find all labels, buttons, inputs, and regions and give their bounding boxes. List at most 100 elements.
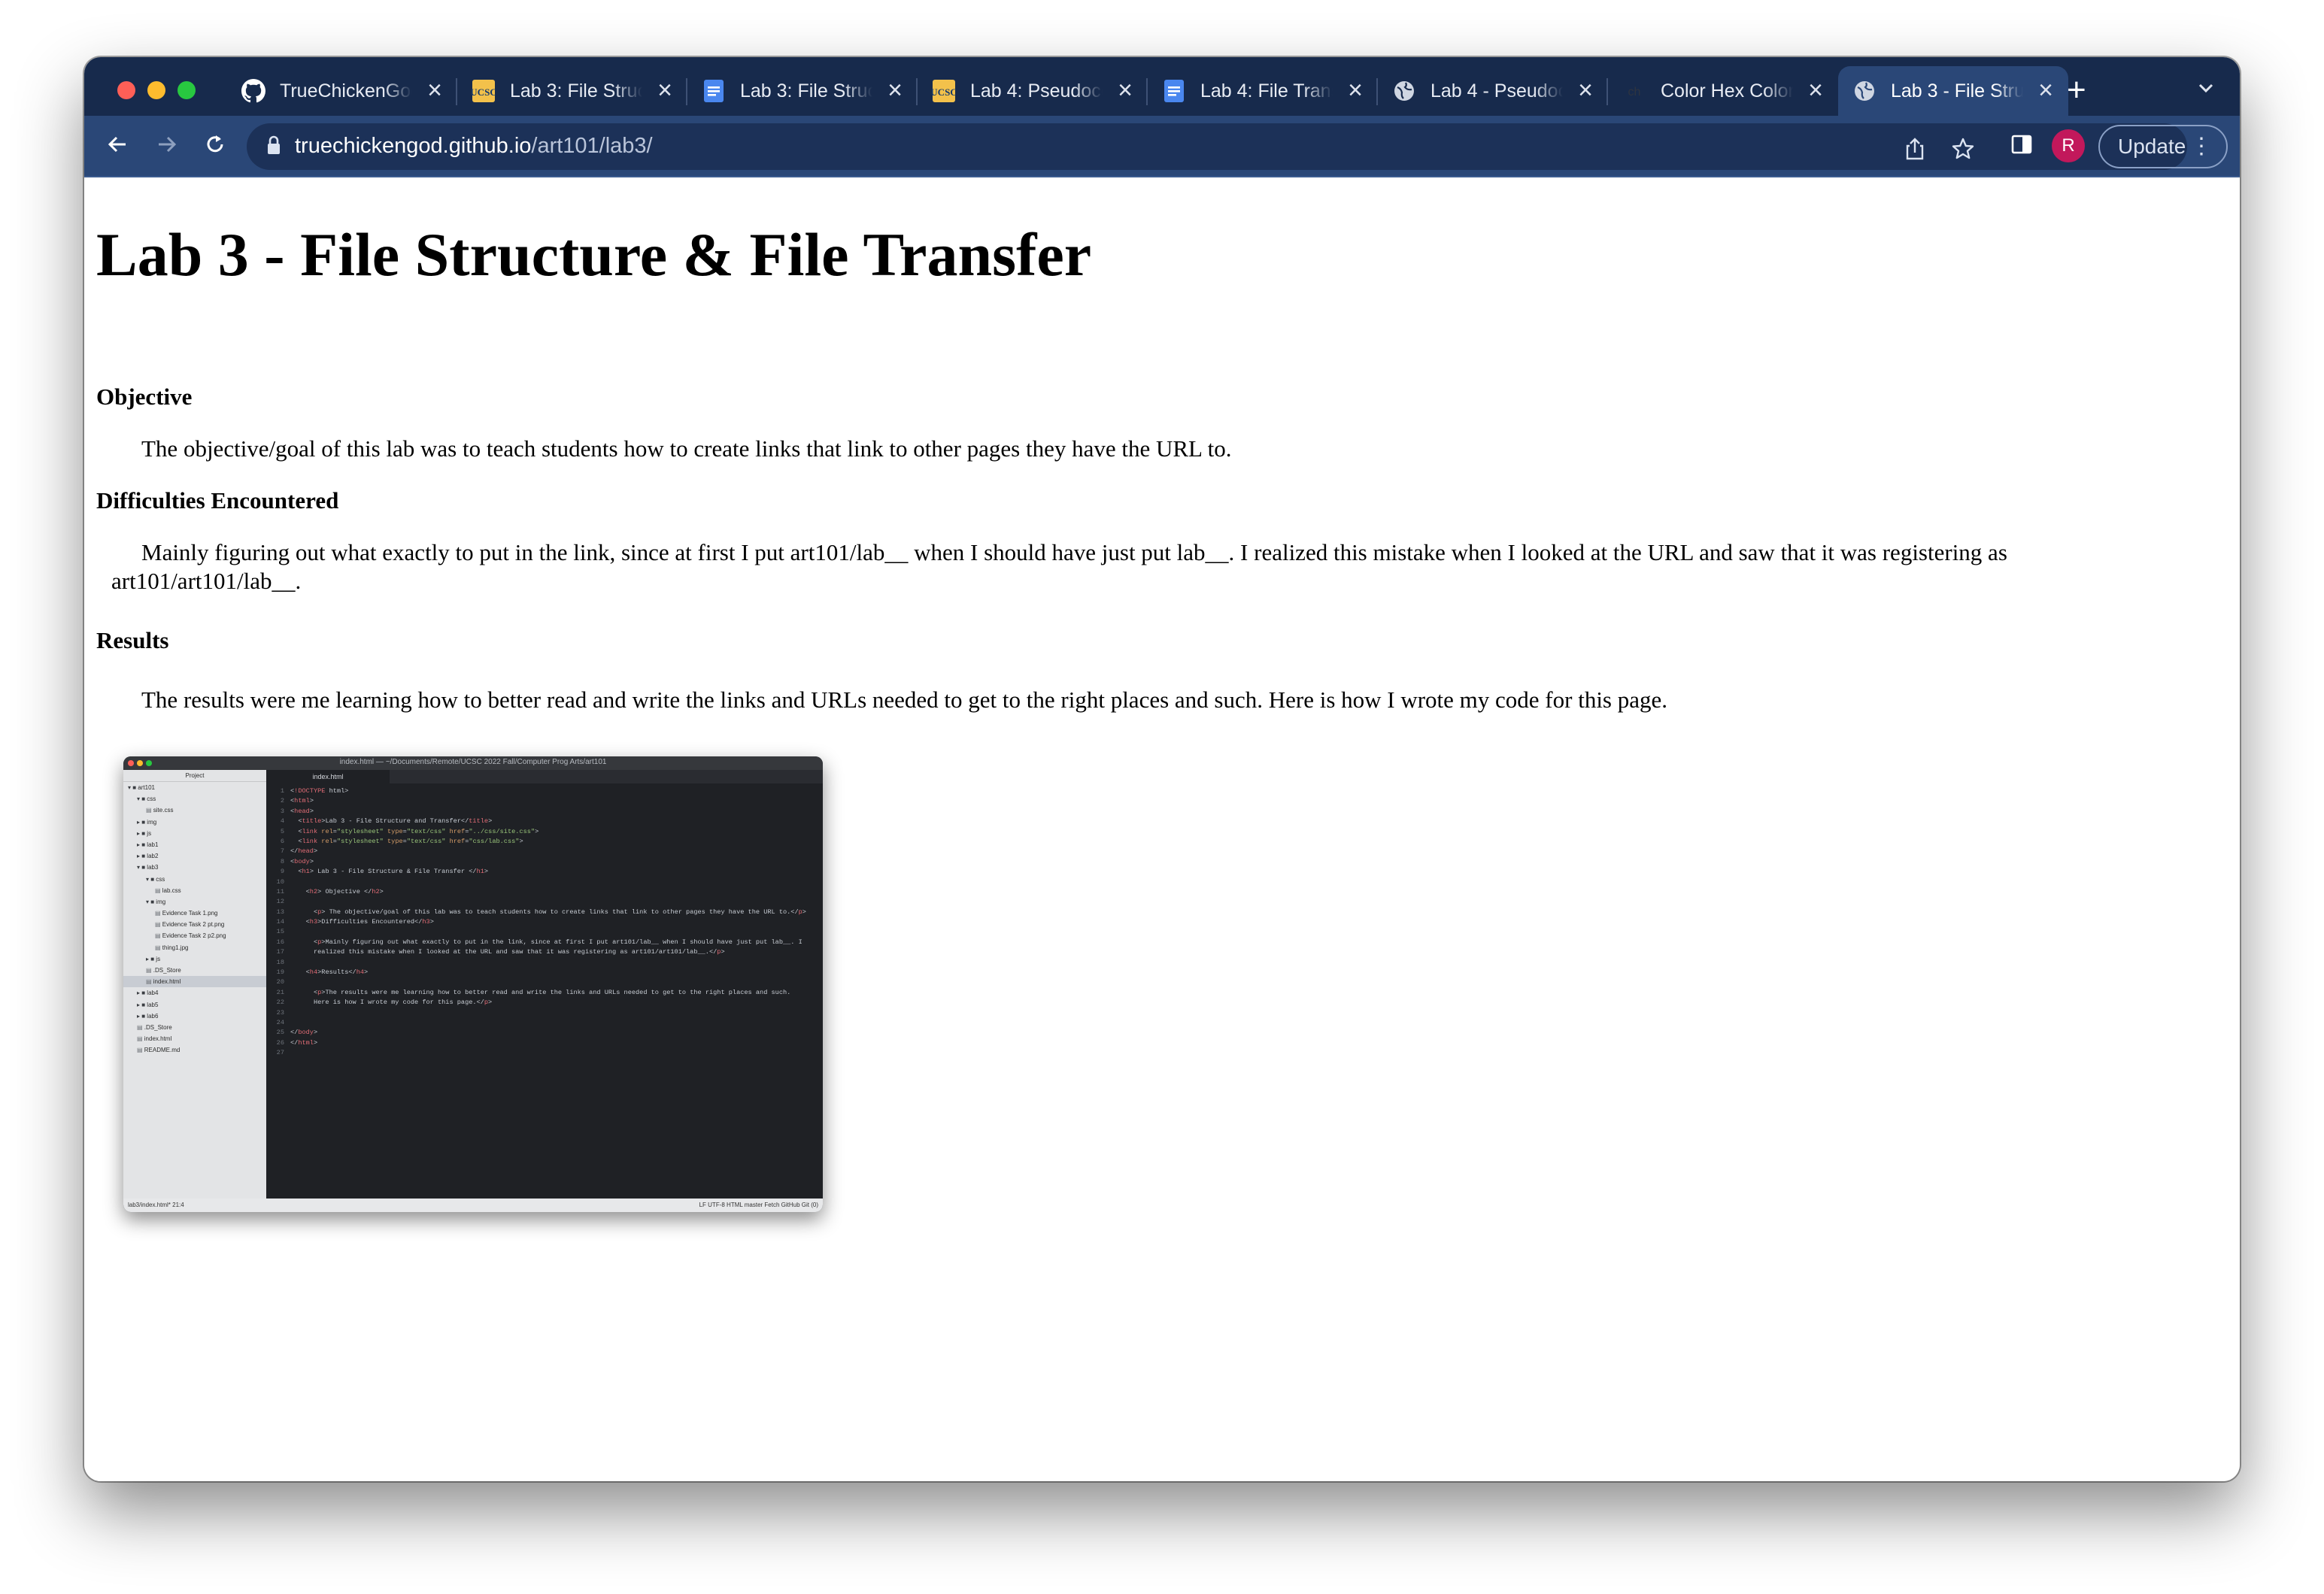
editor-file-tab: index.html [266,770,390,783]
objective-heading: Objective [96,383,193,410]
tree-item-label: lab6 [147,1012,159,1020]
file-icon: ▤ [137,1023,144,1031]
zoom-window-button[interactable] [177,81,196,99]
tab-color-hex[interactable]: ch Color Hex Color Codes × [1608,66,1838,116]
globe-icon [1852,78,1877,104]
tab-search-chevron-icon[interactable] [2195,77,2217,105]
tree-item-label: img [156,898,166,905]
minimize-window-button[interactable] [147,81,165,99]
tree-item[interactable]: ▸ ■ img [123,817,266,828]
editor-status-bar: lab3/index.html* 21:4 LF UTF-8 HTML mast… [123,1199,823,1212]
close-window-button[interactable] [117,81,135,99]
close-tab-icon[interactable]: × [1808,77,1823,104]
line-number: 23 [276,1008,284,1017]
folder-icon: ▸ ■ [137,818,147,826]
tab-lab3-docs[interactable]: Lab 3: File Structure × [687,66,918,116]
line-number: 2 [280,797,284,805]
tree-item[interactable]: ▤ .DS_Store [123,965,266,976]
line-number: 26 [276,1038,284,1047]
tree-item[interactable]: ▤ lab.css [123,885,266,896]
tree-item[interactable]: ▾ ■ lab3 [123,862,266,873]
reload-button[interactable] [199,128,232,161]
line-number: 1 [280,787,284,795]
code-line: <body> [290,857,314,865]
update-button[interactable]: Update ⋮ [2098,125,2228,168]
svg-text:UCSC: UCSC [932,86,956,98]
tab-label: Lab 4 - Pseudocode [1431,80,1563,102]
objective-text: The objective/goal of this lab was to te… [141,435,1232,462]
tab-strip: TrueChickenGod × UCSC Lab 3: File Struct… [84,57,2240,116]
tree-item[interactable]: ▾ ■ css [123,874,266,885]
line-number: 15 [276,928,284,936]
tree-item-label: lab3 [147,864,159,871]
tree-item[interactable]: ▤ Evidence Task 2 pt.png [123,919,266,930]
tree-item[interactable]: ▤ thing1.jpg [123,942,266,953]
tree-item-label: lab4 [147,989,159,997]
update-label: Update [2118,135,2186,158]
tab-lab4-docs[interactable]: Lab 4: File Transfer × [1148,66,1378,116]
folder-icon: ▾ ■ [128,784,138,791]
code-line: <h1> Lab 3 - File Structure & File Trans… [290,868,489,876]
tree-item[interactable]: ▸ ■ lab5 [123,999,266,1011]
tree-item[interactable]: ▤ README.md [123,1044,266,1056]
new-tab-button[interactable]: + [2067,74,2086,107]
github-icon [241,78,266,104]
tree-item-label: .DS_Store [153,967,181,974]
close-tab-icon[interactable]: × [427,77,442,104]
line-number: 5 [280,827,284,835]
tree-item[interactable]: ▤ site.css [123,805,266,816]
tab-label: Lab 3: File Structure [740,80,872,102]
tab-label: Lab 4: Pseudocode [970,80,1103,102]
tree-item[interactable]: ▤ index.html [123,976,266,988]
tab-lab4-canvas[interactable]: UCSC Lab 4: Pseudocode × [918,66,1148,116]
code-line: <p>The results were me learning how to b… [290,988,791,996]
difficulties-text: Mainly figuring out what exactly to put … [111,539,2007,594]
line-number: 24 [276,1018,284,1026]
side-panel-button[interactable] [2005,128,2038,161]
folder-icon: ▸ ■ [146,955,156,962]
kebab-menu-icon[interactable]: ⋮ [2190,126,2213,167]
tree-item[interactable]: ▾ ■ img [123,896,266,908]
tree-item[interactable]: ▸ ■ js [123,953,266,965]
url-path: /art101/lab3/ [531,134,653,158]
share-icon[interactable] [1900,134,1930,164]
forward-button[interactable] [150,128,184,161]
tab-lab3-site-active[interactable]: Lab 3 - File Structure × [1838,66,2068,116]
tab-lab3-canvas[interactable]: UCSC Lab 3: File Structure × [457,66,687,116]
tree-item[interactable]: ▤ Evidence Task 1.png [123,908,266,919]
tree-item[interactable]: ▸ ■ lab2 [123,850,266,862]
tab-truechickengod[interactable]: TrueChickenGod × [227,66,457,116]
tree-item[interactable]: ▤ index.html [123,1033,266,1044]
close-tab-icon[interactable]: × [1578,77,1593,104]
tree-item[interactable]: ▸ ■ js [123,828,266,839]
tree-item[interactable]: ▾ ■ art101 [123,782,266,793]
tree-item[interactable]: ▤ Evidence Task 2 p2.png [123,930,266,941]
address-bar[interactable]: truechickengod.github.io/art101/lab3/ [247,123,2187,170]
difficulties-heading: Difficulties Encountered [96,487,339,514]
tree-item[interactable]: ▾ ■ css [123,793,266,805]
tree-item-label: css [156,875,165,883]
close-tab-icon[interactable]: × [1118,77,1133,104]
tree-item[interactable]: ▸ ■ lab6 [123,1011,266,1022]
file-icon: ▤ [155,886,162,894]
close-tab-icon[interactable]: × [887,77,903,104]
bookmark-star-icon[interactable] [1948,134,1978,164]
lock-icon[interactable] [266,135,281,161]
tree-item[interactable]: ▸ ■ lab1 [123,839,266,850]
close-tab-icon[interactable]: × [657,77,672,104]
close-tab-icon[interactable]: × [1348,77,1363,104]
tab-lab4-site[interactable]: Lab 4 - Pseudocode × [1378,66,1608,116]
tree-item[interactable]: ▸ ■ lab4 [123,987,266,999]
editor-code-area: 1 2 3 4 5 6 7 8 9 10 11 12 13 14 15 16 17 18 19 20 21 22 23 24 2… [266,783,823,1199]
tree-item[interactable]: ▤ .DS_Store [123,1022,266,1033]
back-button[interactable] [101,128,134,161]
page-content: Lab 3 - File Structure & File Transfer O… [84,177,2240,1481]
code-line: <head> [290,807,314,815]
close-tab-icon[interactable]: × [2038,77,2053,104]
avatar[interactable]: R [2052,129,2085,162]
